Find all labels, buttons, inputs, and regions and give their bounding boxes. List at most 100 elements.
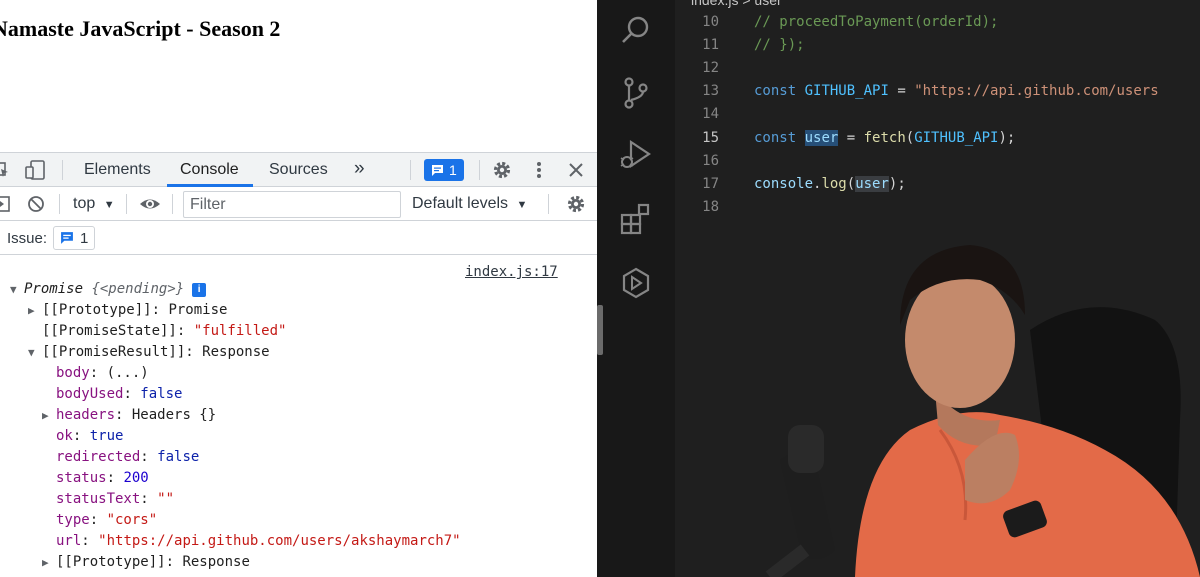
prop-value: 200 <box>123 470 149 486</box>
expand-triangle-icon: ▼ <box>10 283 17 296</box>
console-line-ok: ok: true <box>56 428 124 444</box>
prop-value: false <box>140 386 183 402</box>
prop-value[interactable]: (...) <box>107 365 149 381</box>
code-line[interactable]: const GITHUB_API = "https://api.github.c… <box>754 83 1159 99</box>
activity-bar <box>597 0 675 577</box>
code-identifier: GITHUB_API <box>804 83 889 99</box>
console-line-type: type: "cors" <box>56 512 158 528</box>
console-line-response-prototype[interactable]: ▶ [[Prototype]]: Response <box>42 554 250 570</box>
code-line[interactable]: // }); <box>754 37 805 53</box>
line-number-current: 15 <box>702 130 719 146</box>
prop-value: "" <box>157 491 175 507</box>
code-argument-highlighted: user <box>855 176 889 192</box>
clear-console-icon[interactable] <box>27 195 45 213</box>
prop-key: redirected <box>56 449 141 465</box>
code-line[interactable]: // proceedToPayment(orderId); <box>754 14 998 30</box>
filter-input[interactable] <box>183 191 401 218</box>
console-line-headers[interactable]: ▶ headers: Headers {} <box>42 407 216 423</box>
code-line[interactable]: console.log(user); <box>754 176 906 192</box>
console-line-body-used: bodyUsed: false <box>56 386 183 402</box>
issues-badge[interactable]: 1 <box>424 159 464 181</box>
message-icon <box>432 164 443 176</box>
prop-key: [[Prototype]] <box>56 554 166 570</box>
devtools-tab-bar: Elements Console Sources » 1 <box>0 153 597 187</box>
pane-split-handle[interactable] <box>597 305 603 355</box>
expand-triangle-icon: ▶ <box>42 409 49 422</box>
prop-key: bodyUsed <box>56 386 124 402</box>
promise-root-state: {<pending>} <box>91 281 185 297</box>
console-line-prototype[interactable]: ▶ [[Prototype]]: Promise <box>28 302 227 318</box>
code-object: console <box>754 176 814 192</box>
source-link[interactable]: index.js:17 <box>465 264 558 280</box>
run-debug-icon[interactable] <box>619 138 653 172</box>
prop-value: Promise <box>168 302 228 318</box>
toolbar-divider <box>126 194 127 214</box>
promise-root-row[interactable]: ▼ Promise {<pending>} i <box>10 281 207 297</box>
prop-key: body <box>56 365 90 381</box>
expand-triangle-icon: ▼ <box>28 346 35 359</box>
line-number: 12 <box>702 60 719 76</box>
toolbar-divider <box>172 194 173 214</box>
promise-root-label: Promise <box>24 281 84 297</box>
browser-window: Namaste JavaScript - Season 2 Elements C… <box>0 0 597 577</box>
toolbar-divider <box>59 194 60 214</box>
prop-key: statusText <box>56 491 141 507</box>
code-operator: = <box>838 130 864 146</box>
eye-icon[interactable] <box>139 195 161 213</box>
extensions-icon[interactable] <box>619 202 653 236</box>
context-selector-label: top <box>73 195 96 212</box>
source-control-icon[interactable] <box>619 76 653 110</box>
expand-triangle-icon: ▶ <box>28 304 35 317</box>
breadcrumb[interactable]: index.js > user <box>691 0 782 8</box>
issues-count-button[interactable]: 1 <box>53 226 96 250</box>
prop-value: Response <box>182 554 250 570</box>
prop-key: headers <box>56 407 116 423</box>
line-number: 11 <box>702 37 719 53</box>
prop-value: "fulfilled" <box>193 323 287 339</box>
console-line-body: body: (...) <box>56 365 149 381</box>
console-output: index.js:17 ▼ Promise {<pending>} i ▶ [[Pro… <box>0 256 597 577</box>
message-icon <box>61 232 73 244</box>
line-number: 13 <box>702 83 719 99</box>
tab-divider <box>479 160 480 180</box>
info-icon[interactable]: i <box>192 283 207 297</box>
device-toolbar-icon[interactable] <box>24 160 46 180</box>
line-number: 10 <box>702 14 719 30</box>
code-function: log <box>821 176 847 192</box>
log-levels-dropdown[interactable]: Default levels ▼ <box>412 195 527 213</box>
page-heading: Namaste JavaScript - Season 2 <box>0 16 281 41</box>
more-tabs-button[interactable]: » <box>354 158 365 180</box>
sidebar-toggle-icon[interactable] <box>0 196 10 212</box>
search-icon[interactable] <box>619 14 653 48</box>
console-settings-gear-icon[interactable] <box>566 194 586 214</box>
expand-triangle-icon: ▶ <box>42 556 49 569</box>
console-line-promise-result[interactable]: ▼ [[PromiseResult]]: Response <box>28 344 270 360</box>
console-toolbar: top ▼ Default levels ▼ <box>0 187 597 221</box>
code-string: "https://api.github.com/users <box>914 83 1159 99</box>
console-line-url: url: "https://api.github.com/users/aksha… <box>56 533 461 549</box>
tab-sources[interactable]: Sources <box>269 161 328 179</box>
prop-key: status <box>56 470 107 486</box>
line-number: 14 <box>702 106 719 122</box>
kebab-menu-icon[interactable] <box>534 160 544 180</box>
issues-badge-count: 1 <box>449 162 457 178</box>
remote-explorer-icon[interactable] <box>619 266 653 300</box>
prop-key: ok <box>56 428 73 444</box>
prop-value: false <box>157 449 200 465</box>
tab-elements[interactable]: Elements <box>84 161 151 179</box>
prop-value: "https://api.github.com/users/akshaymarc… <box>98 533 461 549</box>
close-icon[interactable] <box>568 162 584 178</box>
console-line-status-text: statusText: "" <box>56 491 175 507</box>
prop-key: [[Prototype]] <box>42 302 152 318</box>
console-line-promise-state: [[PromiseState]]: "fulfilled" <box>42 323 287 339</box>
context-selector[interactable]: top ▼ <box>73 195 115 213</box>
tab-console[interactable]: Console <box>180 161 239 179</box>
inspect-icon[interactable] <box>0 161 10 179</box>
gear-icon[interactable] <box>492 160 512 180</box>
issues-label: Issue: <box>7 230 48 247</box>
prop-key: url <box>56 533 82 549</box>
issues-count: 1 <box>80 229 89 247</box>
tab-divider <box>62 160 63 180</box>
code-operator: = <box>888 83 915 99</box>
code-line-current[interactable]: const user = fetch(GITHUB_API); <box>754 130 1015 146</box>
